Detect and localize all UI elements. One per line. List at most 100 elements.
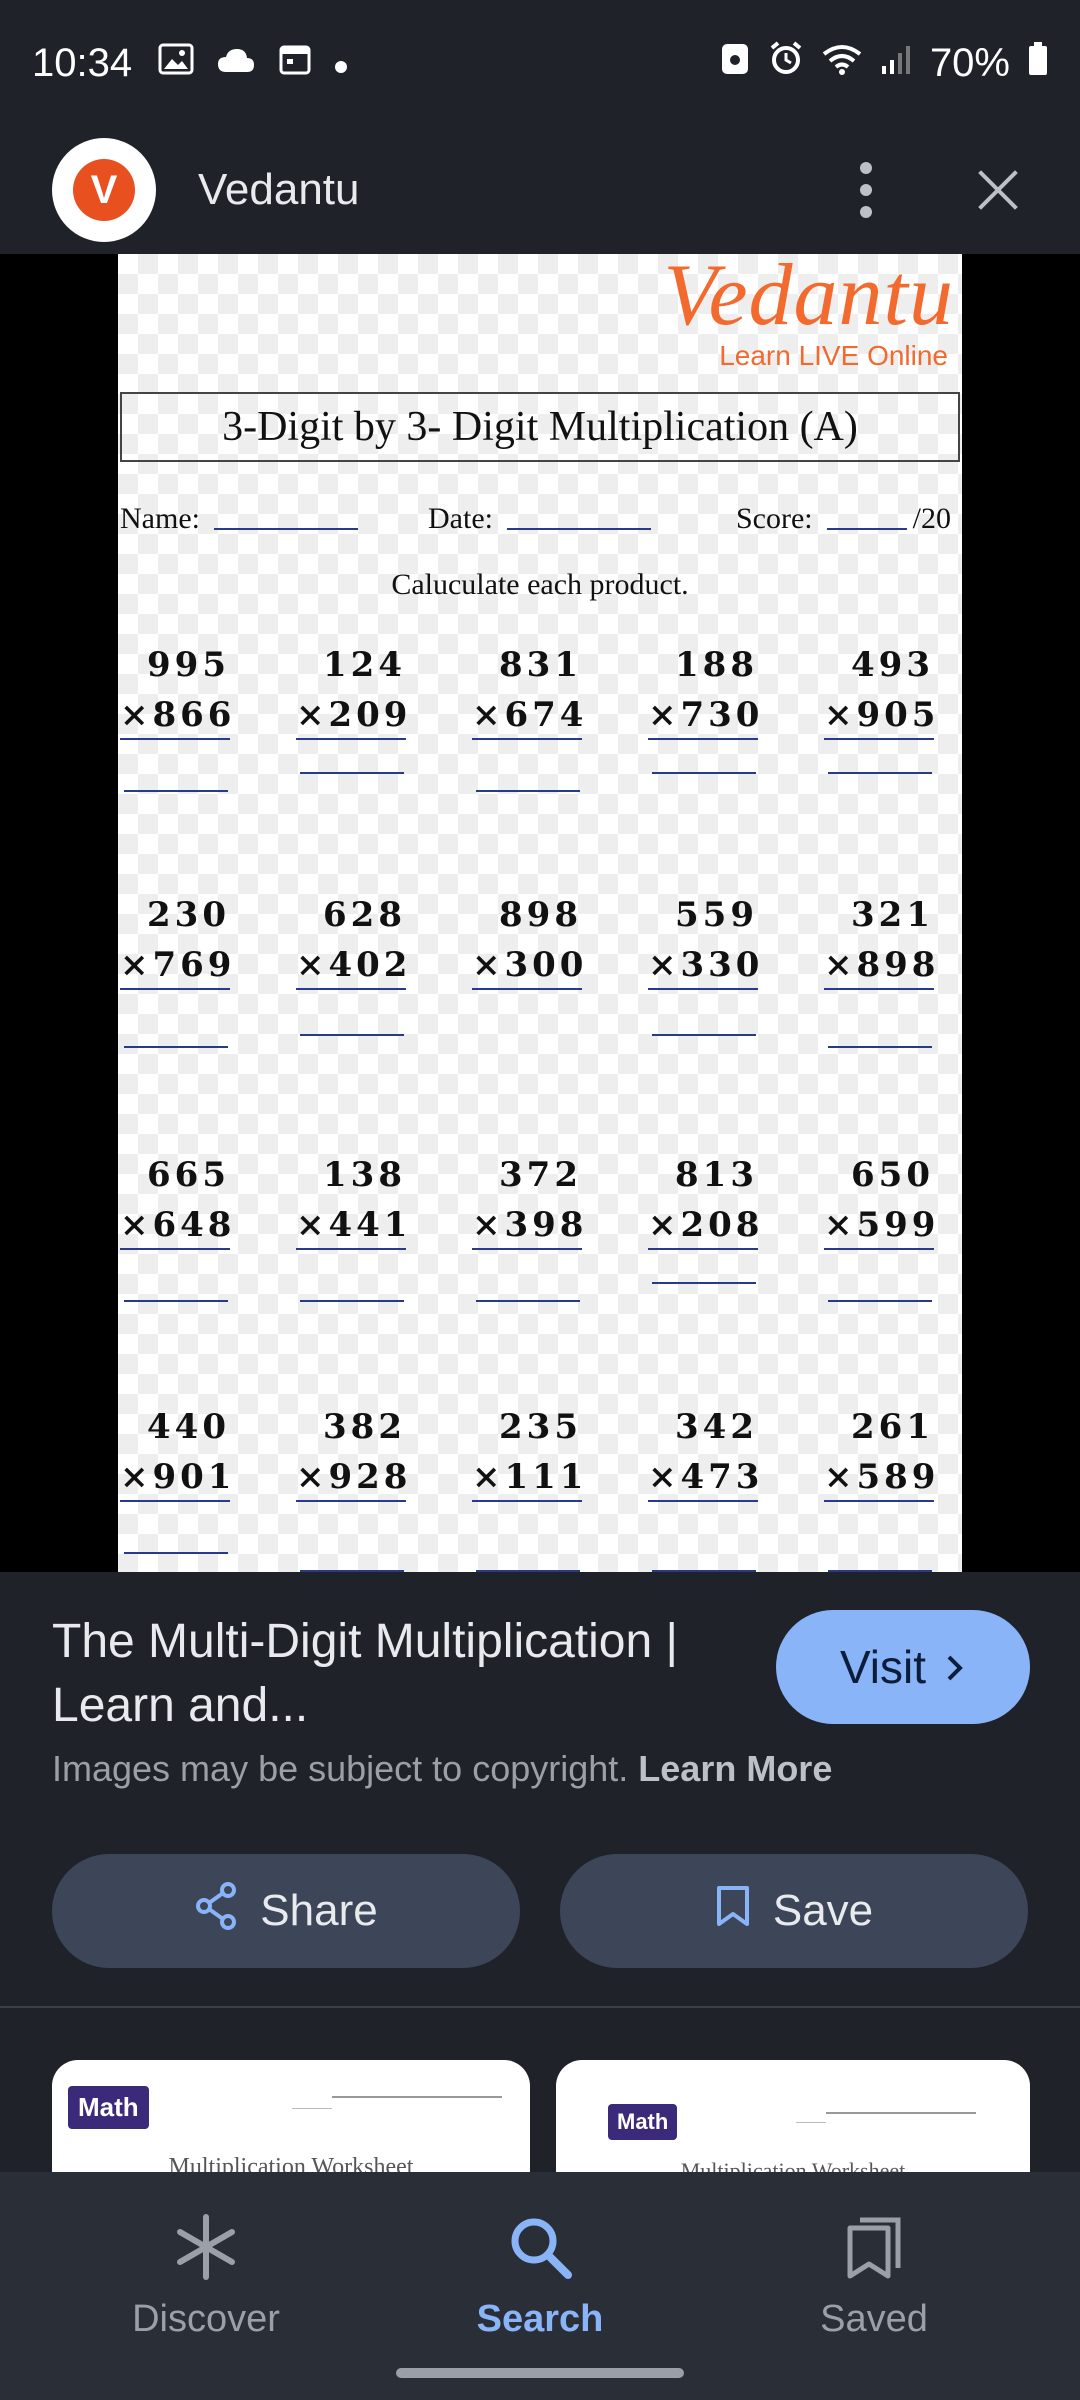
multiplication-problem: 372 ×398 [472, 1150, 583, 1250]
multiplier: ×866 [120, 690, 231, 740]
multiplier: ×928 [296, 1452, 407, 1502]
nav-saved[interactable]: Saved [744, 2202, 1004, 2341]
multiplicand: 665 [147, 1155, 230, 1195]
nav-search-label: Search [476, 2298, 604, 2340]
math-badge: Math [608, 2104, 678, 2140]
alarm-icon [768, 40, 804, 86]
multiplier: ×300 [472, 940, 583, 990]
multiplication-problem: 235 ×111 [472, 1402, 583, 1502]
multiplication-problem: 342 ×473 [648, 1402, 759, 1502]
copyright-text: Images may be subject to copyright. [52, 1748, 629, 1789]
answer-line [124, 1300, 228, 1302]
answer-line [828, 1300, 932, 1302]
date-label: Date: [428, 502, 493, 535]
visit-label: Visit [839, 1641, 927, 1693]
multiplicand: 440 [147, 1407, 230, 1447]
multiplier: ×674 [472, 690, 583, 740]
name-label: Name: [120, 502, 200, 535]
multiplicand: 650 [851, 1155, 934, 1195]
multiplication-problem: 898 ×300 [472, 890, 583, 990]
score-label: Score: [736, 502, 813, 535]
worksheet-image: Vedantu Learn LIVE Online 3-Digit by 3- … [118, 254, 962, 1572]
close-icon[interactable] [968, 160, 1028, 220]
multiplication-problem: 493 ×905 [824, 640, 935, 740]
worksheet-title: 3-Digit by 3- Digit Multiplication (A) [120, 392, 960, 462]
multiplicand: 230 [147, 895, 230, 935]
more-options-icon[interactable] [836, 160, 896, 220]
gallery-icon [158, 43, 194, 84]
site-name[interactable]: Vedantu [198, 165, 360, 215]
multiplication-problem: 261 ×589 [824, 1402, 935, 1502]
multiplier: ×589 [824, 1452, 935, 1502]
answer-line [828, 1570, 932, 1572]
multiplier: ×398 [472, 1200, 583, 1250]
multiplier: ×769 [120, 940, 231, 990]
multiplier: ×209 [296, 690, 407, 740]
multiplier: ×473 [648, 1452, 759, 1502]
multiplier: ×441 [296, 1200, 407, 1250]
learn-more-link[interactable]: Learn More [638, 1748, 832, 1789]
visit-button[interactable]: Visit [776, 1610, 1030, 1724]
multiplier: ×599 [824, 1200, 935, 1250]
lock-icon [720, 41, 750, 86]
multiplicand: 382 [323, 1407, 406, 1447]
save-label: Save [772, 1886, 874, 1935]
bookmark-icon [715, 1884, 751, 1939]
worksheet-brand-tagline: Learn LIVE Online [719, 340, 948, 371]
collections-icon [744, 2202, 1004, 2292]
multiplicand: 188 [675, 645, 758, 685]
related-image-2[interactable]: Math Multiplication Worksheet [556, 2060, 1030, 2180]
signal-icon [880, 41, 912, 86]
bottom-navigation: Discover Search Saved [0, 2172, 1080, 2400]
cloud-icon [216, 44, 256, 83]
multiplicand: 321 [851, 895, 934, 935]
nav-saved-label: Saved [820, 2298, 928, 2340]
multiplier: ×402 [296, 940, 407, 990]
multiplication-problem: 321 ×898 [824, 890, 935, 990]
multiplicand: 138 [323, 1155, 406, 1195]
multiplication-problem: 138 ×441 [296, 1150, 407, 1250]
multiplication-problem: 230 ×769 [120, 890, 231, 990]
multiplicand: 372 [499, 1155, 582, 1195]
multiplier: ×730 [648, 690, 759, 740]
battery-icon [1028, 41, 1048, 86]
worksheet-brand-name: Vedantu [663, 254, 954, 344]
save-button[interactable]: Save [560, 1854, 1028, 1968]
wifi-icon [822, 41, 862, 86]
multiplier: ×330 [648, 940, 759, 990]
multiplier: ×901 [120, 1452, 231, 1502]
nav-search[interactable]: Search [410, 2202, 670, 2341]
nav-discover[interactable]: Discover [76, 2202, 336, 2341]
share-icon [194, 1881, 238, 1941]
answer-line [124, 1552, 228, 1554]
answer-line [476, 790, 580, 792]
multiplier: ×208 [648, 1200, 759, 1250]
answer-line [300, 1034, 404, 1036]
answer-line [300, 1300, 404, 1302]
worksheet-brand: Vedantu Learn LIVE Online [663, 254, 954, 372]
answer-line [652, 1034, 756, 1036]
multiplier: ×898 [824, 940, 935, 990]
site-logo[interactable]: V [52, 138, 156, 242]
copyright-notice: Images may be subject to copyright. Lear… [52, 1748, 832, 1790]
multiplication-problem: 382 ×928 [296, 1402, 407, 1502]
status-bar: 10:34 70% [0, 0, 1080, 126]
related-image-1[interactable]: Math Multiplication Worksheet [52, 2060, 530, 2180]
answer-line [300, 1570, 404, 1572]
multiplication-problem: 813 ×208 [648, 1150, 759, 1250]
image-viewer[interactable]: Vedantu Learn LIVE Online 3-Digit by 3- … [0, 254, 1080, 1572]
result-title[interactable]: The Multi-Digit Multiplication | Learn a… [52, 1610, 732, 1738]
multiplicand: 235 [499, 1407, 582, 1447]
worksheet-instruction: Caluculate each product. [391, 568, 689, 601]
answer-line [476, 1570, 580, 1572]
multiplication-problem: 124 ×209 [296, 640, 407, 740]
answer-line [124, 1046, 228, 1048]
multiplication-problem: 650 ×599 [824, 1150, 935, 1250]
multiplicand: 261 [851, 1407, 934, 1447]
multiplicand: 493 [851, 645, 934, 685]
multiplicand: 342 [675, 1407, 758, 1447]
answer-line [652, 772, 756, 774]
multiplicand: 995 [147, 645, 230, 685]
share-button[interactable]: Share [52, 1854, 520, 1968]
asterisk-icon [76, 2202, 336, 2292]
